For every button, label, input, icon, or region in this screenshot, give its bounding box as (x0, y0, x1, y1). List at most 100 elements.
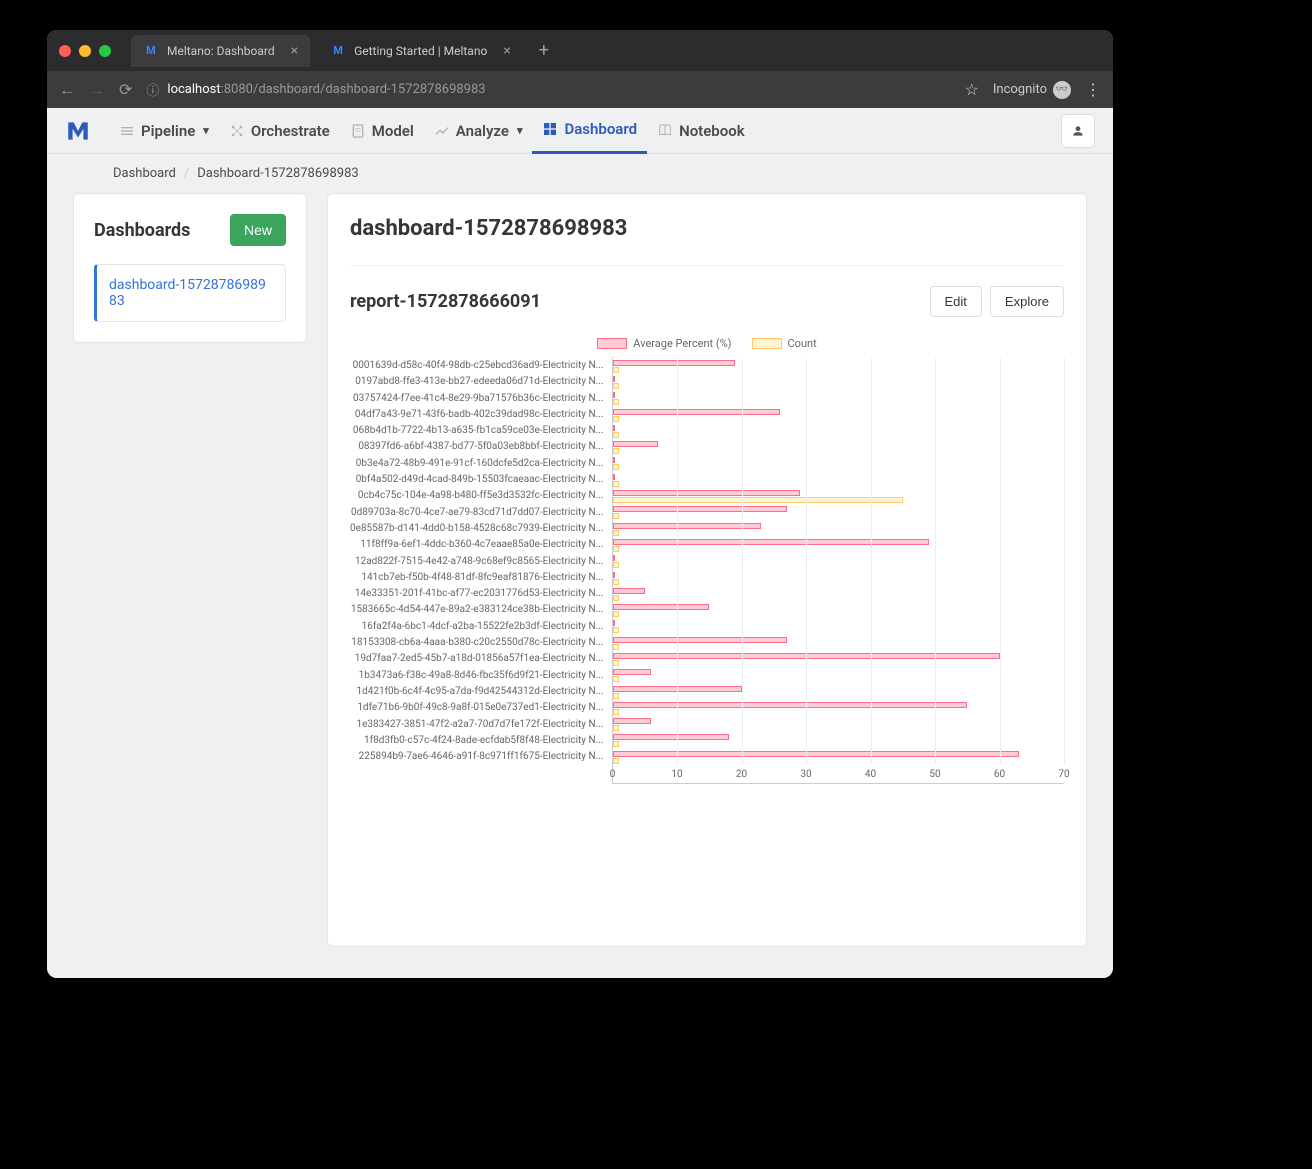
bar-count[interactable] (613, 448, 619, 454)
browser-tab[interactable]: M Getting Started | Meltano × (318, 35, 523, 67)
bar-count[interactable] (613, 497, 903, 503)
nav-notebook[interactable]: Notebook (647, 108, 755, 154)
bar-count[interactable] (613, 416, 619, 422)
close-window-button[interactable] (59, 45, 71, 57)
bar-avg-percent[interactable] (613, 604, 710, 610)
new-tab-button[interactable]: + (539, 40, 549, 61)
y-axis-label: 03757424-f7ee-41c4-8e29-9ba71576b36c-Ele… (350, 391, 604, 407)
nav-analyze[interactable]: Analyze▾ (424, 108, 533, 154)
tab-close-icon[interactable]: × (503, 43, 510, 59)
bar-avg-percent[interactable] (613, 441, 658, 447)
y-axis-label: 16fa2f4a-6bc1-4dcf-a2ba-15522fe2b3df-Ele… (350, 619, 604, 635)
meltano-logo-icon (65, 118, 91, 144)
bar-count[interactable] (613, 611, 619, 617)
forward-button[interactable]: → (89, 80, 105, 100)
y-axis-label: 04df7a43-9e71-43f6-badb-402c39dad98c-Ele… (350, 407, 604, 423)
bar-avg-percent[interactable] (613, 474, 615, 480)
bar-avg-percent[interactable] (613, 360, 736, 366)
bar-count[interactable] (613, 660, 619, 666)
grid-line (935, 358, 936, 765)
browser-menu-button[interactable]: ⋮ (1085, 80, 1101, 99)
y-axis-label: 141cb7eb-f50b-4f48-81df-8fc9eaf81876-Ele… (350, 570, 604, 586)
y-axis-label: 0b3e4a72-48b9-491e-91cf-160dcfe5d2ca-Ele… (350, 456, 604, 472)
bar-avg-percent[interactable] (613, 718, 652, 724)
bar-avg-percent[interactable] (613, 751, 1019, 757)
tab-close-icon[interactable]: × (291, 43, 298, 59)
new-dashboard-button[interactable]: New (230, 214, 286, 246)
bar-count[interactable] (613, 464, 619, 470)
minimize-window-button[interactable] (79, 45, 91, 57)
bar-avg-percent[interactable] (613, 425, 615, 431)
browser-tab-active[interactable]: M Meltano: Dashboard × (131, 35, 310, 67)
user-menu-button[interactable] (1061, 114, 1095, 148)
nav-dashboard[interactable]: Dashboard (532, 108, 647, 154)
bar-row (613, 391, 1064, 407)
bar-avg-percent[interactable] (613, 457, 615, 463)
back-button[interactable]: ← (59, 80, 75, 100)
bar-count[interactable] (613, 595, 619, 601)
grid-line (871, 358, 872, 765)
tab-title: Getting Started | Meltano (354, 44, 487, 58)
bar-count[interactable] (613, 546, 619, 552)
reload-button[interactable]: ⟳ (119, 80, 132, 99)
explore-button[interactable]: Explore (990, 286, 1064, 317)
bar-count[interactable] (613, 741, 619, 747)
x-tick-label: 10 (671, 769, 682, 780)
bar-count[interactable] (613, 676, 619, 682)
bar-avg-percent[interactable] (613, 637, 787, 643)
nav-pipeline[interactable]: Pipeline▾ (109, 108, 219, 154)
bar-count[interactable] (613, 513, 619, 519)
bar-count[interactable] (613, 758, 619, 764)
bar-count[interactable] (613, 693, 619, 699)
bar-avg-percent[interactable] (613, 523, 761, 529)
info-icon: ⓘ (146, 80, 159, 99)
bookmark-star-icon[interactable]: ☆ (965, 80, 979, 99)
breadcrumb-item[interactable]: Dashboard (113, 166, 176, 181)
bar-row (613, 407, 1064, 423)
legend-item[interactable]: Count (752, 337, 817, 350)
y-axis-label: 1d421f0b-6c4f-4c95-a7da-f9d42544312d-Ele… (350, 684, 604, 700)
edit-button[interactable]: Edit (930, 286, 982, 317)
y-axis-label: 0bf4a502-d49d-4cad-849b-15503fcaeaac-Ele… (350, 472, 604, 488)
x-tick-label: 50 (929, 769, 940, 780)
bar-count[interactable] (613, 562, 619, 568)
y-axis-label: 08397fd6-a6bf-4387-bd77-5f0a03eb8bbf-Ele… (350, 439, 604, 455)
bar-avg-percent[interactable] (613, 572, 615, 578)
bar-count[interactable] (613, 399, 619, 405)
bar-count[interactable] (613, 627, 619, 633)
url-field[interactable]: ⓘ localhost:8080/dashboard/dashboard-157… (146, 80, 950, 99)
nav-model[interactable]: Model (340, 108, 424, 154)
nav-orchestrate[interactable]: Orchestrate (219, 108, 340, 154)
bar-avg-percent[interactable] (613, 620, 615, 626)
bar-avg-percent[interactable] (613, 409, 781, 415)
bar-avg-percent[interactable] (613, 669, 652, 675)
bar-count[interactable] (613, 725, 619, 731)
bar-row (613, 749, 1064, 765)
bar-avg-percent[interactable] (613, 588, 645, 594)
bar-count[interactable] (613, 367, 619, 373)
bar-row (613, 358, 1064, 374)
main: Dashboards New dashboard-1572878698983 d… (47, 193, 1113, 973)
bar-count[interactable] (613, 383, 619, 389)
bar-avg-percent[interactable] (613, 539, 929, 545)
bar-avg-percent[interactable] (613, 392, 615, 398)
bar-avg-percent[interactable] (613, 555, 615, 561)
bar-count[interactable] (613, 530, 619, 536)
legend-item[interactable]: Average Percent (%) (597, 337, 731, 350)
bar-row (613, 472, 1064, 488)
bar-avg-percent[interactable] (613, 734, 729, 740)
grid-line (806, 358, 807, 765)
bar-count[interactable] (613, 432, 619, 438)
bar-count[interactable] (613, 644, 619, 650)
bar-count[interactable] (613, 481, 619, 487)
bar-avg-percent[interactable] (613, 376, 615, 382)
bar-row (613, 439, 1064, 455)
bar-avg-percent[interactable] (613, 506, 787, 512)
bar-avg-percent[interactable] (613, 702, 968, 708)
dashboard-icon (542, 121, 558, 137)
bar-count[interactable] (613, 579, 619, 585)
bar-count[interactable] (613, 709, 619, 715)
bar-avg-percent[interactable] (613, 490, 800, 496)
maximize-window-button[interactable] (99, 45, 111, 57)
dashboard-list-item[interactable]: dashboard-1572878698983 (94, 264, 286, 322)
